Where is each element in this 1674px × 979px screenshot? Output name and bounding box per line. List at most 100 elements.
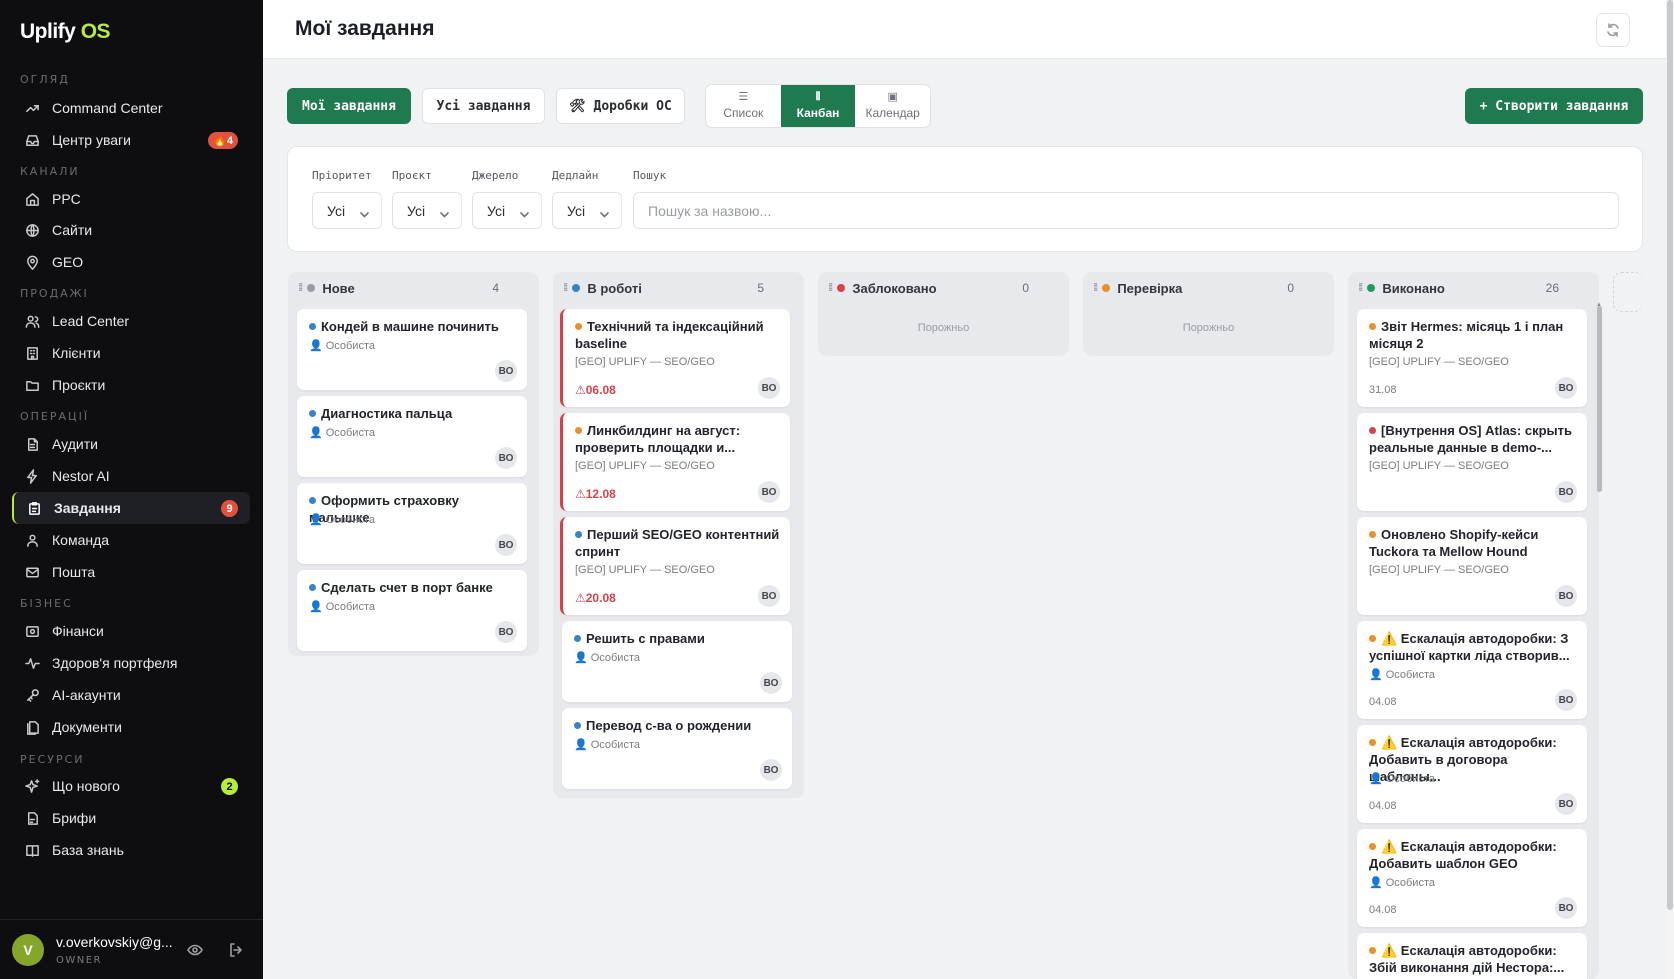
eye-icon[interactable] [187, 942, 203, 958]
sidebar-item-label: Завдання [54, 500, 121, 516]
priority-select[interactable]: Усі [312, 192, 382, 229]
source-select[interactable]: Усі [472, 192, 542, 229]
person-icon: 👤 [309, 427, 323, 439]
drag-handle-icon[interactable]: ⁞⁞ [563, 282, 569, 294]
sidebar-item-tasks[interactable]: Завдання 9 [12, 492, 250, 524]
sidebar-item-briefs[interactable]: Брифи [12, 802, 250, 834]
task-card[interactable]: Кондей в машине починить 👤 Особиста ВО [297, 309, 527, 390]
sidebar-item-finance[interactable]: Фінанси [12, 615, 250, 647]
column-header[interactable]: ⁞⁞ Нове 4 [288, 272, 539, 304]
task-card[interactable]: [Внутрення OS] Atlas: скрыть реальные да… [1357, 413, 1587, 511]
column-header[interactable]: ⁞⁞ В роботі 5 [553, 272, 804, 304]
logout-icon[interactable] [228, 942, 244, 958]
person-icon: 👤 [1369, 877, 1383, 889]
add-column-placeholder[interactable] [1613, 272, 1643, 312]
kanban-column: ⁞⁞ В роботі 5 Технічний та індексаційний ba… [553, 272, 804, 798]
task-card[interactable]: ⚠️ Ескалація автодоробки: Добавить шабло… [1357, 829, 1587, 927]
task-card[interactable]: Перевод с-ва о рождении 👤 Особиста ВО [562, 708, 792, 789]
task-card[interactable]: ⚠️ Ескалація автодоробки: Збій виконання… [1357, 933, 1587, 979]
page-scrollbar-thumb[interactable] [1667, 0, 1673, 910]
column-header[interactable]: ⁞⁞ Виконано 26 [1348, 272, 1599, 304]
sidebar-item-geo[interactable]: GEO [12, 246, 250, 278]
sidebar-item-nestor[interactable]: Nestor AI [12, 460, 250, 492]
drag-handle-icon[interactable]: ⁞⁞ [1093, 282, 1099, 294]
sidebar-item-sites[interactable]: Сайти [12, 214, 250, 246]
sidebar-item-documents[interactable]: Документи [12, 711, 250, 743]
sidebar-item-ai-accounts[interactable]: AI-акаунти [12, 679, 250, 711]
person-icon: 👤 [1369, 669, 1383, 681]
sidebar-item-projects[interactable]: Проєкти [12, 369, 250, 401]
task-date: 31.08 [1369, 384, 1397, 396]
assignee-avatar[interactable]: ВО [1555, 377, 1577, 399]
person-icon: 👤 [1369, 773, 1383, 785]
assignee-avatar[interactable]: ВО [495, 621, 517, 643]
all-tasks-button[interactable]: Усі завдання [422, 88, 545, 124]
sidebar-item-clients[interactable]: Клієнти [12, 337, 250, 369]
view-tab-kanban[interactable]: ⫴ Канбан [780, 85, 856, 127]
sidebar-item-ppc[interactable]: PPC [12, 183, 250, 215]
task-card[interactable]: Решить с правами 👤 Особиста ВО [562, 621, 792, 702]
app-logo[interactable]: Uplify OS [20, 20, 111, 44]
column-count: 0 [1022, 281, 1029, 295]
assignee-avatar[interactable]: ВО [1555, 689, 1577, 711]
drag-handle-icon[interactable]: ⁞⁞ [1358, 282, 1364, 294]
assignee-avatar[interactable]: ВО [495, 360, 517, 382]
refresh-button[interactable] [1596, 13, 1630, 47]
task-title: Сделать счет в порт банке [309, 579, 517, 596]
task-card[interactable]: Перший SEO/GEO контентний спринт [GEO] UP… [560, 517, 790, 615]
assignee-avatar[interactable]: ВО [758, 377, 780, 399]
task-card[interactable]: Звіт Hermes: місяць 1 і план місяця 2 [GE… [1357, 309, 1587, 407]
os-tweaks-button[interactable]: 🛠 Доробки ОС [556, 88, 685, 124]
page-scrollbar[interactable] [1666, 0, 1674, 979]
assignee-avatar[interactable]: ВО [1555, 481, 1577, 503]
sidebar-item-whats-new[interactable]: Що нового 2 [12, 770, 250, 802]
assignee-avatar[interactable]: ВО [760, 759, 782, 781]
assignee-avatar[interactable]: ВО [760, 672, 782, 694]
search-input[interactable]: Пошук за назвою... [633, 192, 1619, 229]
due-date-overdue: ⚠20.08 [575, 591, 616, 605]
sidebar-item-audits[interactable]: Аудити [12, 428, 250, 460]
sidebar-item-command-center[interactable]: Command Center [12, 92, 250, 124]
column-title: В роботі [587, 280, 642, 296]
task-card[interactable]: Линкбилдинг на август: проверить площадк… [560, 413, 790, 511]
view-tab-calendar[interactable]: ▣ Календар [855, 85, 930, 127]
avatar[interactable]: V [12, 933, 44, 966]
assignee-avatar[interactable]: ВО [1555, 793, 1577, 815]
assignee-avatar[interactable]: ВО [495, 447, 517, 469]
page-header: Мої завдання [263, 0, 1674, 59]
refresh-icon [1607, 23, 1619, 37]
deadline-select[interactable]: Усі [552, 192, 622, 229]
my-tasks-button[interactable]: Мої завдання [287, 88, 411, 124]
task-card[interactable]: Сделать счет в порт банке 👤 Особиста ВО [297, 570, 527, 651]
task-card[interactable]: Оновлено Shopify-кейси Tuckora та Mellow… [1357, 517, 1587, 615]
task-card[interactable]: ⚠️ Ескалація автодоробки: Добавить в дог… [1357, 725, 1587, 823]
task-card[interactable]: ⚠️ Ескалація автодоробки: З успішної кар… [1357, 621, 1587, 719]
sidebar-item-team[interactable]: Команда [12, 524, 250, 556]
project-select[interactable]: Усі [392, 192, 462, 229]
column-scrollbar[interactable] [1597, 306, 1602, 492]
sidebar-item-lead-center[interactable]: Lead Center [12, 305, 250, 337]
sidebar-item-label: Фінанси [52, 623, 104, 639]
column-header[interactable]: ⁞⁞ Перевірка 0 [1083, 272, 1334, 304]
sidebar-item-mail[interactable]: Пошта [12, 556, 250, 588]
task-card[interactable]: Технічний та індексаційний baseline [GEO]… [560, 309, 790, 407]
view-tab-list[interactable]: ☰ Список [706, 85, 781, 127]
person-icon: 👤 [309, 514, 323, 526]
assignee-avatar[interactable]: ВО [758, 585, 780, 607]
sidebar-item-knowledge[interactable]: База знань [12, 834, 250, 866]
home-icon [24, 191, 40, 207]
assignee-avatar[interactable]: ВО [758, 481, 780, 503]
assignee-avatar[interactable]: ВО [1555, 897, 1577, 919]
assignee-avatar[interactable]: ВО [1555, 585, 1577, 607]
drag-handle-icon[interactable]: ⁞⁞ [298, 282, 304, 294]
create-task-button[interactable]: + Створити завдання [1465, 88, 1643, 124]
task-card[interactable]: Оформить страховку малышке 👤 Особиста ВО [297, 483, 527, 564]
task-card[interactable]: Диагностика пальца 👤 Особиста ВО [297, 396, 527, 477]
column-header[interactable]: ⁞⁞ Заблоковано 0 [818, 272, 1069, 304]
sidebar-item-attention[interactable]: Центр уваги 🔥4 [12, 124, 250, 156]
sidebar-item-portfolio[interactable]: Здоров'я портфеля [12, 647, 250, 679]
priority-dot [575, 427, 582, 434]
assignee-avatar[interactable]: ВО [495, 534, 517, 556]
drag-handle-icon[interactable]: ⁞⁞ [828, 282, 834, 294]
priority-dot [574, 635, 581, 642]
